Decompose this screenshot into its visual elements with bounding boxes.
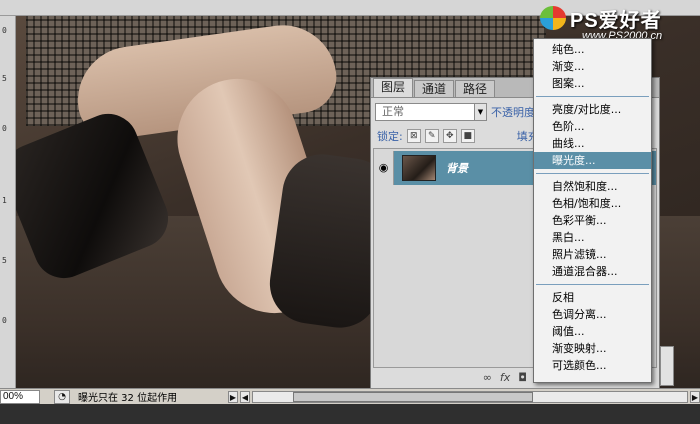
panel-scrollbar[interactable]	[660, 346, 674, 386]
fx-icon[interactable]: fx	[500, 371, 510, 384]
menu-item-hue-saturation[interactable]: 色相/饱和度...	[534, 195, 651, 212]
layer-thumbnail	[402, 155, 436, 181]
opacity-label: 不透明度	[491, 106, 535, 119]
status-menu-arrow[interactable]: ▶	[228, 390, 238, 403]
scroll-thumb[interactable]	[293, 391, 533, 402]
lock-transparency-icon[interactable]: ⊠	[406, 129, 421, 143]
link-icon[interactable]: ∞	[483, 371, 492, 384]
menu-item-vibrance[interactable]: 自然饱和度...	[534, 178, 651, 195]
menu-item-invert[interactable]: 反相	[534, 289, 651, 306]
ruler-tick: 1	[2, 196, 7, 205]
watermark-title: PS爱好者	[570, 10, 662, 32]
menu-item-curves[interactable]: 曲线...	[534, 135, 651, 152]
menu-item-channel-mixer[interactable]: 通道混合器...	[534, 263, 651, 280]
menu-item-posterize[interactable]: 色调分离...	[534, 306, 651, 323]
menu-separator	[536, 284, 649, 285]
menu-item-solid-color[interactable]: 纯色...	[534, 41, 651, 58]
menu-item-threshold[interactable]: 阈值...	[534, 323, 651, 340]
eye-icon[interactable]: ◉	[374, 151, 394, 185]
tab-channels[interactable]: 通道	[414, 80, 455, 97]
horizontal-scrollbar[interactable]	[252, 390, 688, 403]
scroll-right-icon[interactable]: ▶	[690, 390, 700, 403]
blend-mode-value: 正常	[382, 105, 404, 118]
document-info-icon[interactable]: ◔	[54, 389, 70, 404]
status-message: 曝光只在 32 位起作用	[78, 393, 178, 404]
menu-item-brightness-contrast[interactable]: 亮度/对比度...	[534, 101, 651, 118]
blend-mode-select[interactable]: 正常 ▼	[375, 103, 487, 121]
mask-icon[interactable]: ◘	[518, 371, 527, 384]
menu-item-color-balance[interactable]: 色彩平衡...	[534, 212, 651, 229]
document-window: 0 5 0 1 5 0 PS爱好者 www.PS2000.cn 图层 通道 路径…	[0, 0, 700, 424]
menu-separator	[536, 173, 649, 174]
menu-item-selective-color[interactable]: 可选颜色...	[534, 357, 651, 374]
ruler-tick: 0	[2, 26, 7, 35]
ruler-tick: 5	[2, 256, 7, 265]
lock-all-icon[interactable]: ■	[460, 129, 475, 143]
menu-item-gradient[interactable]: 渐变...	[534, 58, 651, 75]
left-ruler: 0 5 0 1 5 0	[0, 16, 16, 388]
tab-layers[interactable]: 图层	[373, 78, 414, 97]
menu-item-levels[interactable]: 色阶...	[534, 118, 651, 135]
menu-item-black-white[interactable]: 黑白...	[534, 229, 651, 246]
window-bottom	[0, 404, 700, 424]
lock-label: 锁定:	[377, 130, 403, 143]
menu-item-exposure[interactable]: 曝光度...	[534, 152, 651, 169]
menu-separator	[536, 96, 649, 97]
scroll-left-icon[interactable]: ◀	[240, 390, 250, 403]
tab-paths[interactable]: 路径	[455, 80, 496, 97]
zoom-field[interactable]: 00%	[0, 389, 40, 404]
ruler-tick: 0	[2, 316, 7, 325]
logo-icon	[540, 6, 566, 30]
adjustment-layer-menu: 纯色... 渐变... 图案... 亮度/对比度... 色阶... 曲线... …	[533, 38, 652, 383]
chevron-down-icon[interactable]: ▼	[474, 104, 486, 120]
lock-pixels-icon[interactable]: ✎	[424, 129, 439, 143]
layer-name: 背景	[446, 162, 468, 175]
menu-item-photo-filter[interactable]: 照片滤镜...	[534, 246, 651, 263]
lock-position-icon[interactable]: ✥	[442, 129, 457, 143]
status-bar: 00% ◔ 曝光只在 32 位起作用 ▶ ◀ ▶	[0, 388, 700, 404]
menu-item-pattern[interactable]: 图案...	[534, 75, 651, 92]
ruler-tick: 5	[2, 74, 7, 83]
menu-item-gradient-map[interactable]: 渐变映射...	[534, 340, 651, 357]
ruler-tick: 0	[2, 124, 7, 133]
